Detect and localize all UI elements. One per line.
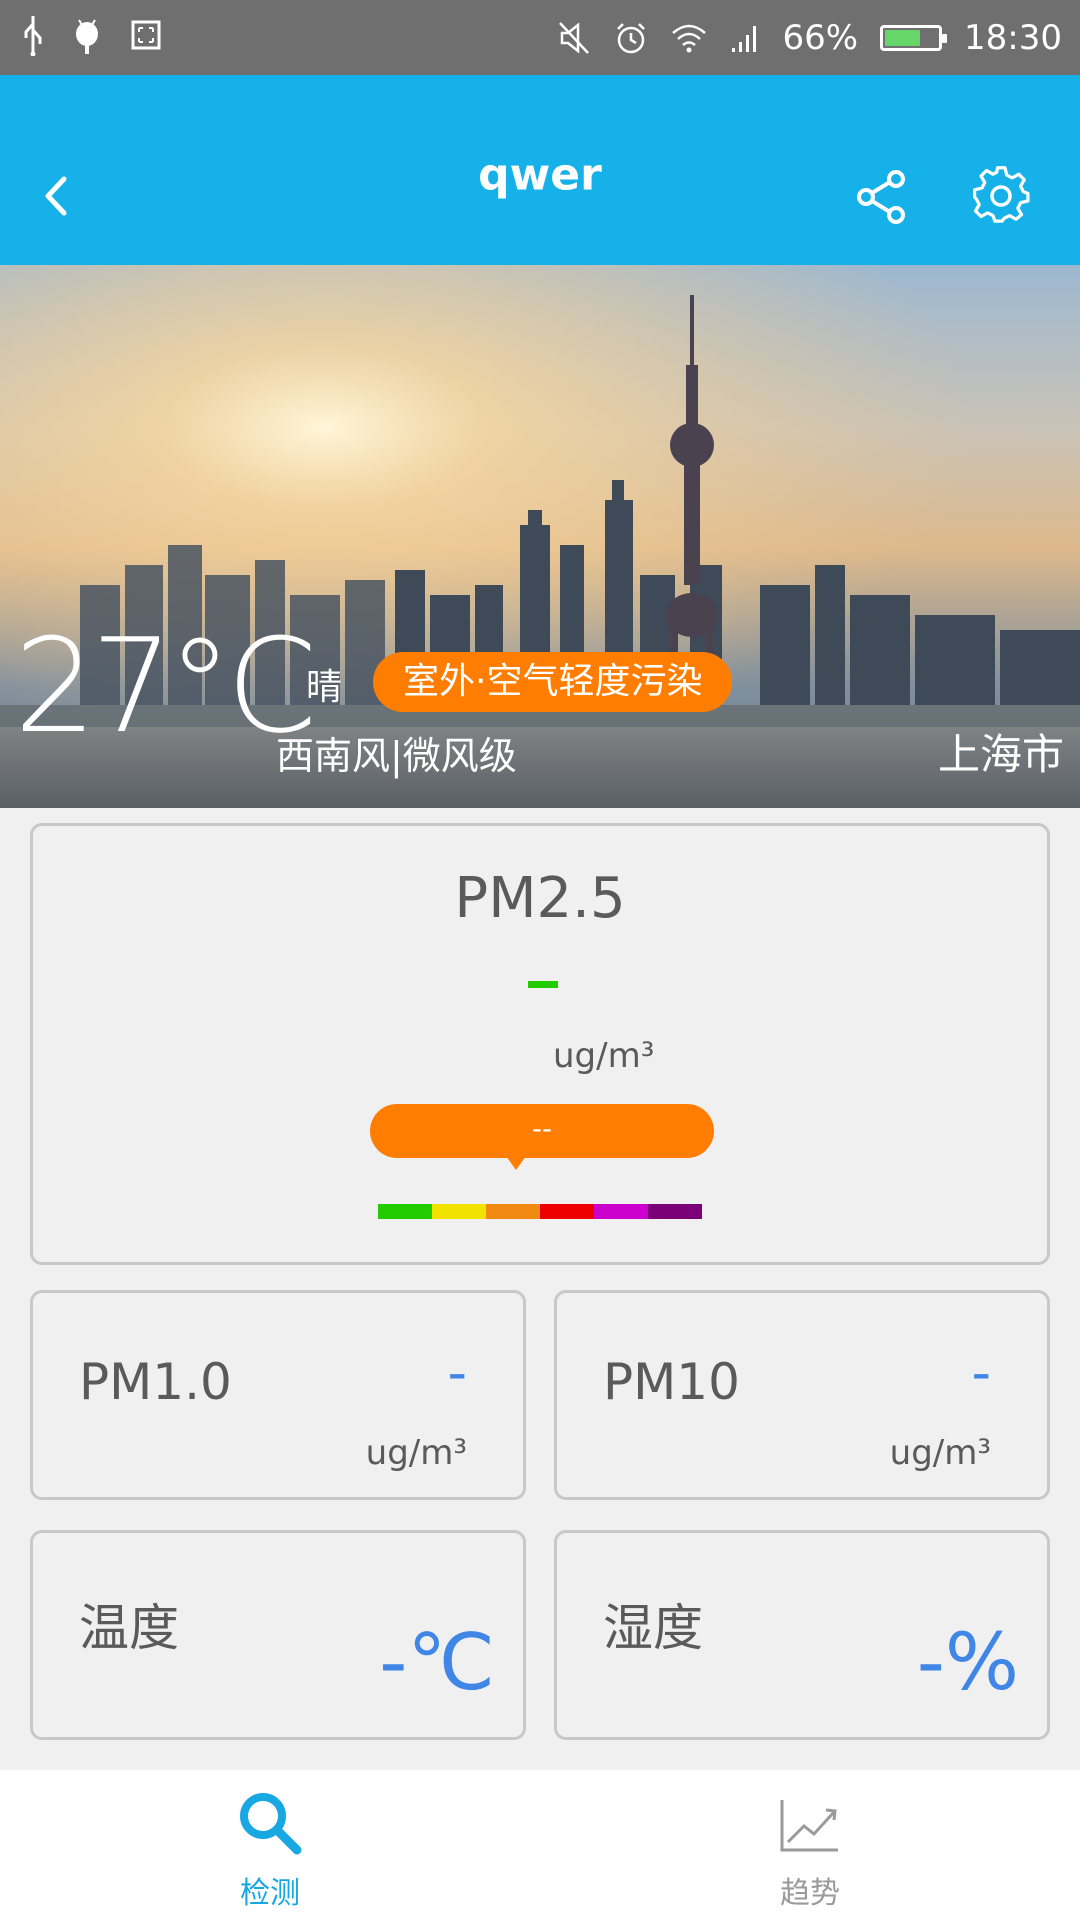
scale-segment-moderate bbox=[432, 1204, 486, 1219]
city-name: 上海市 bbox=[937, 730, 1064, 779]
pm25-level-bubble: -- bbox=[370, 1104, 714, 1158]
battery-fill bbox=[885, 29, 920, 46]
pm10-unit: ug/m³ bbox=[889, 1433, 991, 1473]
temperature-label: 温度 bbox=[79, 1599, 179, 1657]
pm1-label: PM1.0 bbox=[79, 1353, 232, 1411]
scale-segment-medium bbox=[540, 1204, 594, 1219]
air-quality-badge: 室外·空气轻度污染 bbox=[373, 652, 733, 712]
pm25-level-pointer bbox=[506, 1156, 526, 1170]
humidity-value: -% bbox=[916, 1618, 1019, 1708]
pm10-value: - bbox=[971, 1341, 992, 1404]
wind-info: 西南风|微风级 bbox=[276, 734, 517, 778]
pm25-label: PM2.5 bbox=[454, 866, 626, 931]
wifi-icon bbox=[672, 24, 707, 52]
screenshot-icon bbox=[131, 20, 161, 50]
scale-segment-severe bbox=[648, 1204, 702, 1219]
pm25-card[interactable]: PM2.5 ug/m³ -- bbox=[30, 823, 1050, 1265]
pm1-card[interactable]: PM1.0 - ug/m³ bbox=[30, 1290, 526, 1500]
pm10-card[interactable]: PM10 - ug/m³ bbox=[554, 1290, 1050, 1500]
pm1-unit: ug/m³ bbox=[365, 1433, 467, 1473]
mute-icon bbox=[559, 21, 590, 54]
app-bar: qwer bbox=[0, 75, 1080, 265]
nav-label-detect: 检测 bbox=[240, 1876, 300, 1911]
status-bar: 66% 18:30 bbox=[0, 0, 1080, 75]
gear-icon[interactable] bbox=[970, 165, 1032, 227]
nav-item-trend[interactable]: 趋势 bbox=[700, 1770, 920, 1920]
search-icon bbox=[240, 1793, 302, 1855]
scale-segment-light bbox=[486, 1204, 540, 1219]
pm25-value-dash bbox=[528, 981, 558, 988]
alarm-icon bbox=[617, 22, 646, 53]
signal-icon bbox=[732, 25, 757, 52]
temperature-card[interactable]: 温度 -℃ bbox=[30, 1530, 526, 1740]
bottom-nav: 检测 趋势 bbox=[0, 1770, 1080, 1920]
pm1-value: - bbox=[447, 1341, 468, 1404]
usb-icon bbox=[24, 16, 42, 56]
pm25-unit: ug/m³ bbox=[553, 1036, 655, 1076]
share-icon[interactable] bbox=[852, 167, 912, 227]
pm10-label: PM10 bbox=[603, 1353, 740, 1411]
nav-item-detect[interactable]: 检测 bbox=[160, 1770, 380, 1920]
pm25-color-scale bbox=[378, 1204, 702, 1219]
temperature-value: -℃ bbox=[379, 1618, 495, 1708]
humidity-card[interactable]: 湿度 -% bbox=[554, 1530, 1050, 1740]
nav-label-trend: 趋势 bbox=[780, 1876, 840, 1911]
battery-percent: 66% bbox=[782, 17, 859, 58]
outdoor-temperature: 27°C bbox=[14, 610, 317, 762]
weather-condition: 晴 bbox=[306, 667, 343, 708]
clock-time: 18:30 bbox=[964, 17, 1062, 58]
battery-icon bbox=[880, 24, 948, 51]
humidity-label: 湿度 bbox=[603, 1599, 703, 1657]
scale-segment-good bbox=[378, 1204, 432, 1219]
scale-segment-heavy bbox=[594, 1204, 648, 1219]
hero-banner: 27°C 晴 室外·空气轻度污染 西南风|微风级 上海市 bbox=[0, 265, 1080, 808]
android-debug-icon bbox=[76, 19, 98, 54]
page-title: qwer bbox=[478, 149, 602, 201]
trend-chart-icon bbox=[780, 1800, 838, 1852]
